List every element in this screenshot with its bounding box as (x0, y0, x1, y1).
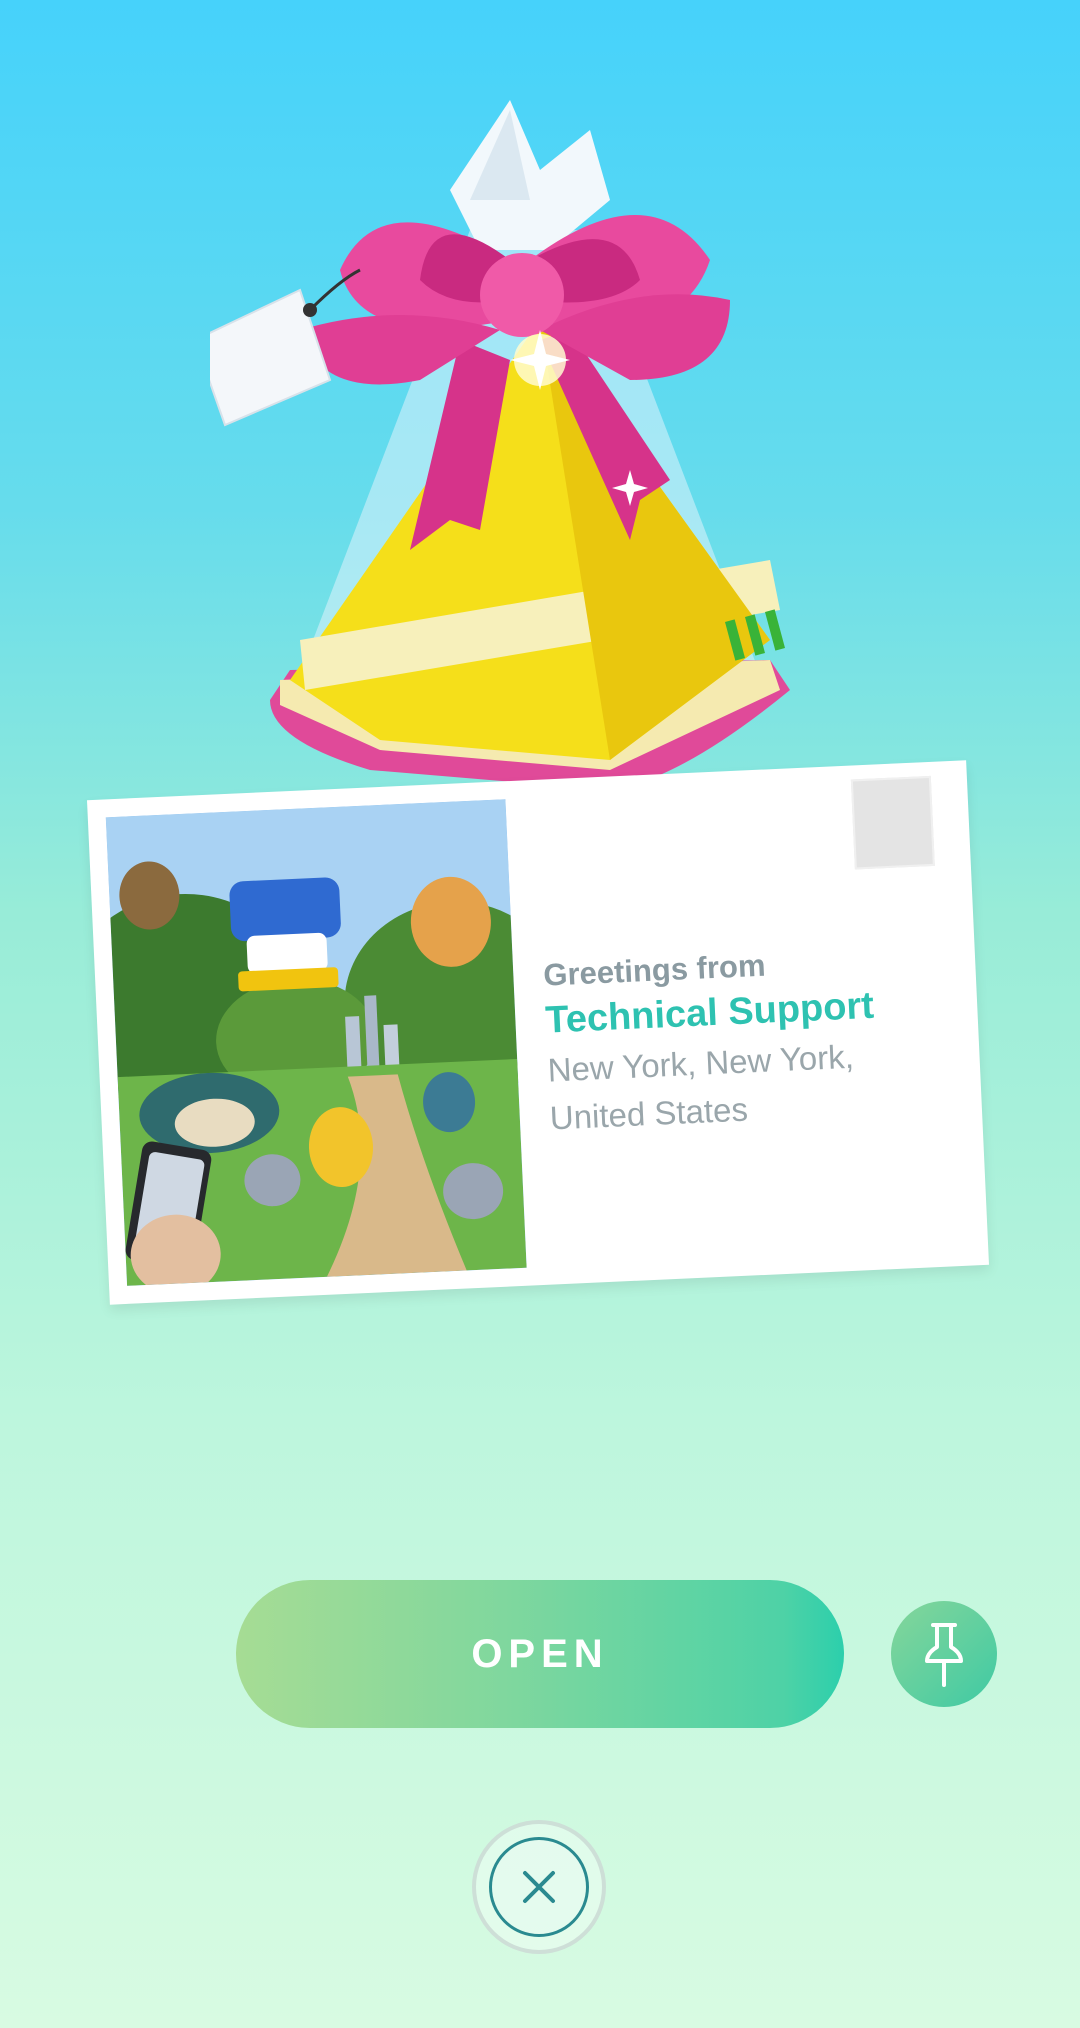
postcard: Greetings from Technical Support New Yor… (86, 760, 990, 1305)
postcard-stamp (850, 775, 935, 870)
open-button[interactable]: OPEN (236, 1580, 844, 1728)
pin-icon (925, 1623, 963, 1687)
close-icon (523, 1871, 555, 1903)
open-button-label: OPEN (471, 1631, 609, 1676)
close-button[interactable] (472, 1820, 606, 1954)
postcard-text: Greetings from Technical Support New Yor… (543, 939, 961, 1142)
pin-button[interactable] (891, 1601, 997, 1707)
postcard-photo (105, 799, 527, 1286)
close-button-inner (489, 1837, 589, 1937)
gift-icon (210, 80, 850, 800)
